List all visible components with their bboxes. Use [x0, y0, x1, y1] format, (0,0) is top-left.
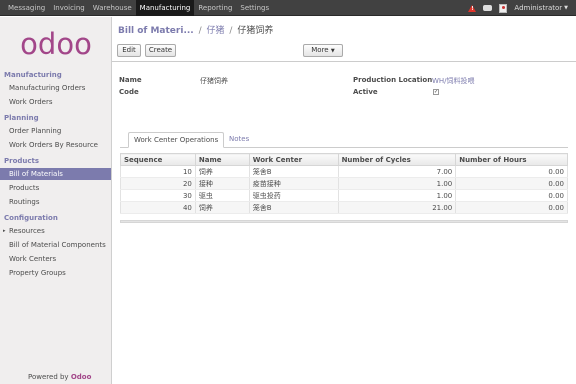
- sidebar-item-work-orders-by-resource[interactable]: Work Orders By Resource: [0, 139, 111, 151]
- section-products: Products: [4, 157, 40, 165]
- breadcrumb-separator: /: [198, 26, 202, 36]
- table-row[interactable]: 40 饲养 笼舍B 21.00 0.00: [120, 201, 568, 214]
- cell-hours: 0.00: [455, 189, 568, 202]
- tab-notes[interactable]: Notes: [224, 132, 254, 148]
- sidebar-item-manufacturing-orders[interactable]: Manufacturing Orders: [0, 82, 111, 94]
- cell-name: 接种: [194, 177, 250, 190]
- column-header-number-of-hours[interactable]: Number of Hours: [455, 153, 568, 166]
- more-button-label: More: [311, 46, 329, 54]
- sidebar-item-order-planning[interactable]: Order Planning: [0, 125, 111, 137]
- column-header-sequence[interactable]: Sequence: [120, 153, 196, 166]
- column-header-name[interactable]: Name: [194, 153, 250, 166]
- breadcrumb-current: 仔猪饲养: [237, 26, 274, 36]
- chat-icon[interactable]: [483, 5, 493, 11]
- menu-warehouse[interactable]: Warehouse: [89, 0, 136, 16]
- sidebar-item-resources[interactable]: ▸ Resources: [0, 225, 111, 237]
- breadcrumb-root[interactable]: Bill of Materi...: [118, 26, 194, 36]
- avatar[interactable]: [499, 3, 508, 13]
- cell-name: 驱虫: [194, 189, 250, 202]
- sidebar: odoo Manufacturing Manufacturing Orders …: [0, 17, 112, 384]
- menu-settings[interactable]: Settings: [236, 0, 273, 16]
- sidebar-item-label: Resources: [9, 227, 45, 235]
- sidebar-item-property-groups[interactable]: Property Groups: [0, 267, 111, 279]
- sidebar-item-work-centers[interactable]: Work Centers: [0, 253, 111, 265]
- chevron-down-icon: ▼: [330, 48, 335, 54]
- cell-hours: 0.00: [455, 201, 568, 214]
- powered-brand-link[interactable]: Odoo: [71, 373, 92, 381]
- notebook-tabs: Work Center Operations Notes: [120, 132, 568, 148]
- name-label: Name: [119, 76, 142, 84]
- odoo-logo[interactable]: odoo: [14, 29, 98, 61]
- column-header-number-of-cycles[interactable]: Number of Cycles: [337, 153, 457, 166]
- cell-cycles: 7.00: [337, 165, 457, 178]
- toolbar-divider: [112, 61, 576, 62]
- cell-work-center: 驱虫投药: [248, 189, 339, 202]
- menu-manufacturing[interactable]: Manufacturing: [135, 0, 195, 16]
- create-button[interactable]: Create: [145, 44, 176, 57]
- cell-hours: 0.00: [455, 177, 568, 190]
- table-row[interactable]: 10 饲养 笼舍B 7.00 0.00: [120, 165, 568, 178]
- code-label: Code: [119, 88, 139, 96]
- name-field: 仔猪饲养: [200, 77, 228, 85]
- top-menu: Messaging Invoicing Warehouse Manufactur…: [4, 0, 273, 16]
- table-row[interactable]: 30 驱虫 驱虫投药 1.00 0.00: [120, 189, 568, 202]
- sidebar-item-bill-of-materials[interactable]: Bill of Materials: [0, 168, 111, 180]
- section-configuration: Configuration: [4, 214, 58, 222]
- cell-cycles: 1.00: [337, 177, 457, 190]
- expand-arrow-icon[interactable]: ▸: [3, 225, 6, 237]
- warning-icon[interactable]: [468, 4, 477, 12]
- sidebar-item-products[interactable]: Products: [0, 182, 111, 194]
- cell-work-center: 疫苗接种: [248, 177, 339, 190]
- cell-hours: 0.00: [455, 165, 568, 178]
- top-right-tools: Administrator ▼: [468, 0, 568, 16]
- section-manufacturing: Manufacturing: [4, 71, 62, 79]
- chevron-down-icon: ▼: [564, 5, 568, 11]
- tab-work-center-operations[interactable]: Work Center Operations: [128, 132, 225, 148]
- cell-work-center: 笼舍B: [248, 165, 339, 178]
- cell-work-center: 笼舍B: [248, 201, 339, 214]
- sidebar-item-work-orders[interactable]: Work Orders: [0, 96, 111, 108]
- cell-sequence: 20: [120, 177, 196, 190]
- sidebar-item-bom-components[interactable]: Bill of Material Components: [0, 239, 111, 251]
- powered-by: Powered by Odoo: [28, 373, 91, 381]
- production-location-label: Production Location: [353, 76, 433, 84]
- top-menu-bar: Messaging Invoicing Warehouse Manufactur…: [0, 0, 576, 16]
- breadcrumb: Bill of Materi... / 仔猪 / 仔猪饲养: [118, 23, 273, 36]
- work-center-operations-table: Sequence Name Work Center Number of Cycl…: [120, 153, 568, 214]
- user-menu[interactable]: Administrator: [514, 4, 562, 12]
- main-content: Bill of Materi... / 仔猪 / 仔猪饲养 Edit Creat…: [112, 17, 576, 384]
- production-location-link[interactable]: WH/饲料投喂: [432, 76, 475, 86]
- table-footer: [120, 220, 568, 223]
- powered-prefix: Powered by: [28, 373, 69, 381]
- sidebar-item-routings[interactable]: Routings: [0, 196, 111, 208]
- breadcrumb-parent[interactable]: 仔猪: [207, 26, 225, 36]
- breadcrumb-separator: /: [229, 26, 233, 36]
- menu-messaging[interactable]: Messaging: [4, 0, 49, 16]
- cell-sequence: 30: [120, 189, 196, 202]
- cell-name: 饲养: [194, 165, 250, 178]
- more-button[interactable]: More ▼: [303, 44, 343, 57]
- table-header-row: Sequence Name Work Center Number of Cycl…: [120, 153, 568, 166]
- active-label: Active: [353, 88, 378, 96]
- cell-name: 饲养: [194, 201, 250, 214]
- logo-text: odoo: [20, 29, 92, 61]
- active-checkbox: ✓: [433, 89, 439, 95]
- cell-sequence: 40: [120, 201, 196, 214]
- table-row[interactable]: 20 接种 疫苗接种 1.00 0.00: [120, 177, 568, 190]
- cell-cycles: 1.00: [337, 189, 457, 202]
- edit-button[interactable]: Edit: [117, 44, 141, 57]
- menu-reporting[interactable]: Reporting: [194, 0, 236, 16]
- column-header-work-center[interactable]: Work Center: [248, 153, 339, 166]
- section-planning: Planning: [4, 114, 39, 122]
- menu-invoicing[interactable]: Invoicing: [49, 0, 89, 16]
- cell-cycles: 21.00: [337, 201, 457, 214]
- cell-sequence: 10: [120, 165, 196, 178]
